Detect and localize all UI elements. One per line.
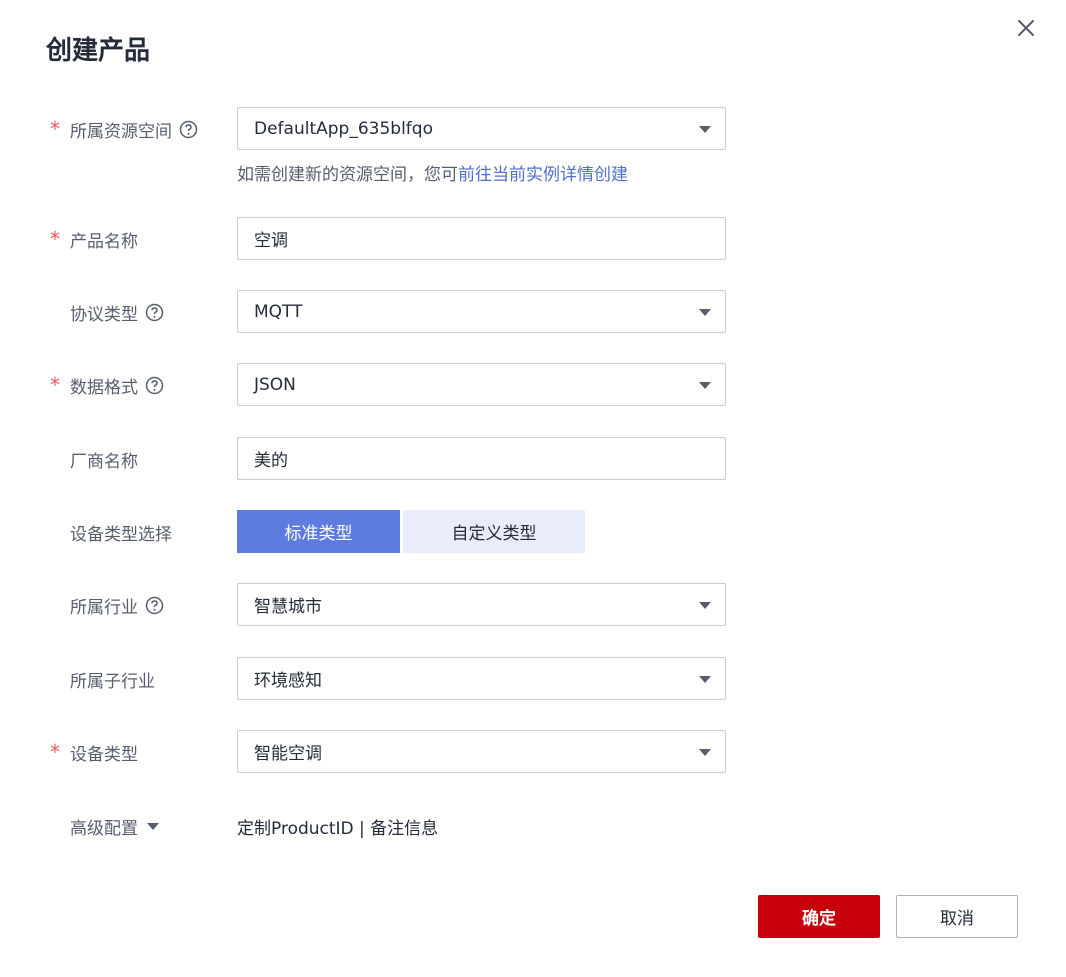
data-format-row: * 数据格式 JSON: [0, 363, 1066, 407]
industry-select[interactable]: 智慧城市: [237, 583, 726, 626]
dialog-title: 创建产品: [46, 36, 151, 66]
chevron-down-icon: [699, 126, 711, 133]
product-name-input[interactable]: 空调: [237, 217, 726, 260]
manufacturer-row: 厂商名称 美的: [0, 437, 1066, 481]
required-marker: *: [50, 740, 60, 764]
device-type-select[interactable]: 智能空调: [237, 730, 726, 773]
chevron-down-icon: [699, 602, 711, 609]
confirm-button[interactable]: 确定: [758, 895, 880, 938]
create-resource-space-link[interactable]: 前往当前实例详情创建: [458, 165, 628, 185]
protocol-type-select[interactable]: MQTT: [237, 290, 726, 333]
required-marker: *: [50, 117, 60, 141]
product-name-label: 产品名称: [70, 231, 138, 252]
sub-industry-select[interactable]: 环境感知: [237, 657, 726, 700]
resource-space-select[interactable]: DefaultApp_635blfqo: [237, 107, 726, 150]
close-icon[interactable]: [1014, 16, 1038, 40]
create-product-dialog: 创建产品 * 所属资源空间 DefaultApp_635blfqo 如需创建新的…: [0, 0, 1066, 977]
chevron-down-icon: [699, 676, 711, 683]
industry-row: 所属行业 智慧城市: [0, 583, 1066, 627]
resource-space-label: 所属资源空间: [70, 107, 198, 151]
chevron-down-icon: [699, 309, 711, 316]
data-format-label: 数据格式: [70, 363, 164, 407]
protocol-type-row: 协议类型 MQTT: [0, 290, 1066, 334]
caret-down-icon: [147, 822, 159, 830]
protocol-type-label: 协议类型: [70, 290, 164, 334]
device-type-label: 设备类型: [70, 744, 138, 765]
help-icon[interactable]: [179, 120, 198, 139]
device-type-segmented-control: 标准类型 自定义类型: [237, 510, 585, 553]
help-icon[interactable]: [145, 596, 164, 615]
sub-industry-row: 所属子行业 环境感知: [0, 657, 1066, 701]
cancel-button[interactable]: 取消: [896, 895, 1018, 938]
manufacturer-input[interactable]: 美的: [237, 437, 726, 480]
advanced-config-row: 高级配置 定制ProductID | 备注信息: [0, 804, 1066, 848]
chevron-down-icon: [699, 382, 711, 389]
industry-label: 所属行业: [70, 583, 164, 627]
data-format-select[interactable]: JSON: [237, 363, 726, 406]
required-marker: *: [50, 373, 60, 397]
chevron-down-icon: [699, 749, 711, 756]
product-name-row: * 产品名称 空调: [0, 217, 1066, 261]
device-type-choice-label: 设备类型选择: [70, 524, 172, 545]
resource-space-hint: 如需创建新的资源空间，您可前往当前实例详情创建: [237, 165, 628, 185]
manufacturer-label: 厂商名称: [70, 451, 138, 472]
advanced-config-toggle[interactable]: 高级配置: [70, 804, 159, 848]
custom-type-option[interactable]: 自定义类型: [403, 510, 585, 553]
advanced-config-summary[interactable]: 定制ProductID | 备注信息: [237, 804, 438, 848]
help-icon[interactable]: [145, 303, 164, 322]
device-type-row: * 设备类型 智能空调: [0, 730, 1066, 774]
required-marker: *: [50, 227, 60, 251]
device-type-choice-row: 设备类型选择 标准类型 自定义类型: [0, 510, 1066, 554]
standard-type-option[interactable]: 标准类型: [237, 510, 400, 553]
sub-industry-label: 所属子行业: [70, 671, 155, 692]
resource-space-row: * 所属资源空间 DefaultApp_635blfqo: [0, 107, 1066, 151]
help-icon[interactable]: [145, 376, 164, 395]
